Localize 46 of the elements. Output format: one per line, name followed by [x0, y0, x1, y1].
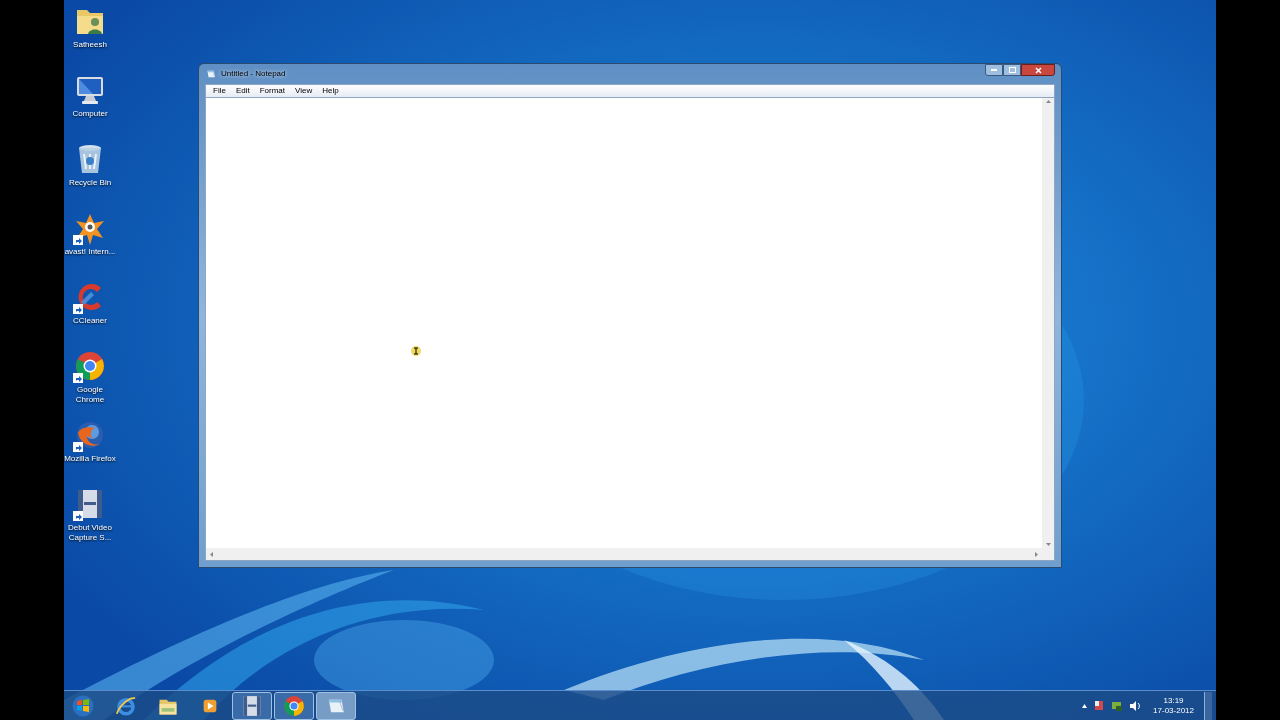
network-icon[interactable]: [1111, 699, 1124, 712]
shortcut-arrow-icon: [73, 304, 83, 314]
notepad-icon: [205, 68, 217, 80]
chrome-icon: [73, 349, 107, 383]
show-desktop-button[interactable]: [1204, 691, 1212, 720]
minimize-button[interactable]: [985, 64, 1003, 76]
right-arrow-icon: [1035, 551, 1038, 557]
desktop-icon-label[interactable]: Google Chrome: [64, 385, 116, 405]
shortcut-arrow-icon: [73, 511, 83, 521]
left-arrow-icon: [210, 551, 213, 557]
close-button[interactable]: [1021, 64, 1055, 76]
maximize-button[interactable]: [1003, 64, 1021, 76]
windows-logo-icon: [72, 694, 94, 717]
down-arrow-icon: [1045, 543, 1051, 546]
desktop-icon-label[interactable]: avast! Intern...: [64, 247, 116, 257]
flag-icon[interactable]: [1093, 699, 1106, 712]
desktop-icon-label[interactable]: Recycle Bin: [68, 178, 112, 188]
cursor-icon: [411, 346, 421, 356]
desktop-icon-label[interactable]: Computer: [72, 109, 108, 119]
menu-item[interactable]: View: [290, 85, 318, 97]
close-icon: [1034, 66, 1042, 74]
maximize-icon: [1008, 67, 1016, 73]
show-hidden-icons-icon[interactable]: [1082, 703, 1088, 708]
shortcut-arrow-icon: [73, 235, 83, 245]
taskbar-button[interactable]: [274, 691, 314, 720]
desktop-icon-label[interactable]: CCleaner: [73, 316, 107, 326]
window-title: Untitled - Notepad: [221, 68, 286, 80]
menu-item[interactable]: Help: [317, 85, 344, 97]
up-arrow-icon: [1045, 100, 1051, 103]
menu-item[interactable]: Edit: [230, 85, 255, 97]
menu-item[interactable]: File: [208, 85, 231, 97]
desktop-icon-label[interactable]: Debut Video Capture S...: [64, 523, 116, 543]
shortcut-arrow-icon: [73, 373, 83, 383]
vertical-scrollbar[interactable]: [1042, 98, 1054, 548]
taskbar-button[interactable]: [232, 691, 272, 720]
shortcut-arrow-icon: [73, 442, 83, 452]
menu-item[interactable]: Format: [254, 85, 291, 97]
clock-date[interactable]: 17-03-2012: [1153, 705, 1194, 716]
taskbar-button[interactable]: [316, 691, 356, 720]
clock-time[interactable]: 13:19: [1163, 695, 1184, 706]
speaker-icon[interactable]: [1129, 699, 1142, 712]
minimize-icon: [991, 69, 997, 71]
desktop-icon-label[interactable]: Mozilla Firefox: [64, 454, 116, 464]
horizontal-scrollbar[interactable]: [206, 548, 1042, 560]
chrome-icon: [282, 693, 306, 718]
desktop-icon-label[interactable]: Satheesh: [73, 40, 107, 50]
